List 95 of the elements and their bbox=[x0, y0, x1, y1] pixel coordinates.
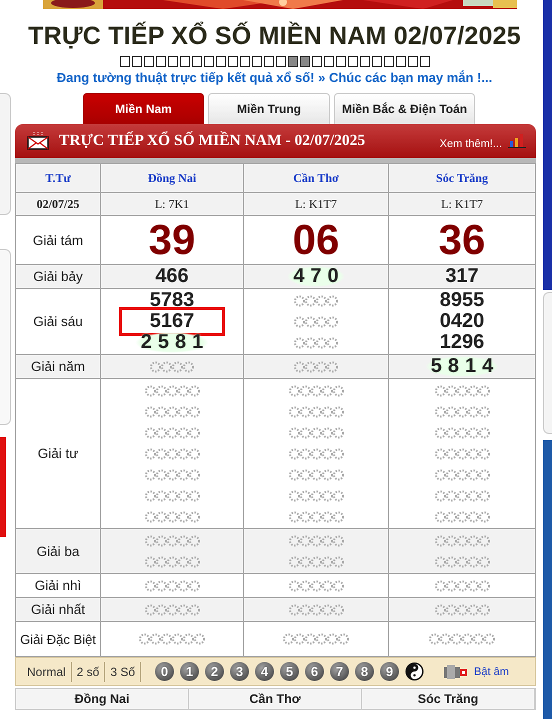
rolling-number: 2581 bbox=[134, 332, 210, 353]
loading-icon bbox=[144, 406, 200, 418]
loading-icon bbox=[144, 534, 200, 546]
loading-icon bbox=[288, 604, 344, 616]
loading-icon bbox=[144, 556, 200, 568]
mode-button[interactable]: 3 Số bbox=[105, 662, 142, 682]
digit-button[interactable]: 8 bbox=[355, 662, 374, 681]
loading-icon bbox=[288, 384, 344, 396]
digit-button[interactable]: 9 bbox=[380, 662, 400, 681]
loading-icon bbox=[144, 490, 200, 502]
loading-icon bbox=[144, 448, 200, 460]
ticket-code: L: K1T7 bbox=[388, 192, 536, 216]
loading-icon bbox=[434, 604, 490, 616]
digit-button[interactable]: 1 bbox=[180, 662, 200, 681]
province-header: Cần Thơ bbox=[244, 164, 388, 192]
table-header: T.Tư bbox=[16, 164, 100, 192]
bar-chart-icon[interactable] bbox=[508, 134, 526, 148]
yin-yang-icon[interactable] bbox=[405, 662, 424, 681]
region-tab[interactable]: Miền Trung bbox=[208, 93, 330, 124]
speaker-icon[interactable] bbox=[444, 664, 468, 678]
result-number: 39 bbox=[148, 217, 196, 263]
loading-icon bbox=[144, 468, 200, 480]
loading-icon bbox=[283, 633, 349, 645]
loading-icon bbox=[434, 510, 490, 522]
loading-icon bbox=[150, 360, 194, 372]
loading-icon bbox=[434, 468, 490, 480]
loading-icon bbox=[434, 448, 490, 460]
province-header: Đồng Nai bbox=[100, 164, 244, 192]
loading-icon bbox=[294, 294, 338, 306]
digit-button[interactable]: 6 bbox=[305, 662, 324, 681]
more-link[interactable]: Xem thêm!... bbox=[440, 138, 502, 150]
loading-icon bbox=[434, 490, 490, 502]
loading-icon bbox=[288, 406, 344, 418]
mode-button[interactable]: 2 số bbox=[72, 662, 106, 682]
loading-icon bbox=[434, 556, 490, 568]
ticket-code: L: K1T7 bbox=[244, 192, 388, 216]
loading-icon bbox=[294, 360, 338, 372]
results-title: TRỰC TIẾP XỔ SỐ MIỀN NAM - 02/07/2025 bbox=[59, 132, 366, 150]
loading-icon bbox=[144, 426, 200, 438]
loading-icon bbox=[144, 604, 200, 616]
loading-icon bbox=[139, 633, 205, 645]
loading-icon bbox=[294, 316, 338, 328]
loading-icon bbox=[288, 468, 344, 480]
loading-icon bbox=[288, 426, 344, 438]
prize-name: Giải bảy bbox=[16, 264, 100, 288]
mode-button[interactable]: Normal bbox=[22, 662, 72, 682]
loading-icon bbox=[288, 534, 344, 546]
digit-button[interactable]: 0 bbox=[155, 662, 174, 681]
prize-name: Giải nhất bbox=[16, 598, 100, 622]
digit-button[interactable]: 3 bbox=[230, 662, 250, 681]
draw-date: 02/07/25 bbox=[16, 192, 100, 216]
digit-button[interactable]: 2 bbox=[205, 662, 224, 681]
loading-icon bbox=[144, 384, 200, 396]
loading-icon bbox=[144, 580, 200, 592]
digit-button[interactable]: 4 bbox=[255, 662, 274, 681]
loading-icon bbox=[288, 580, 344, 592]
loading-icon bbox=[288, 490, 344, 502]
loading-icon bbox=[434, 534, 490, 546]
loading-icon bbox=[288, 448, 344, 460]
loading-icon bbox=[434, 426, 490, 438]
loading-icon bbox=[434, 384, 490, 396]
result-number: 06 bbox=[292, 217, 340, 263]
result-number: 5783 bbox=[150, 290, 194, 311]
result-number: 466 bbox=[155, 266, 189, 287]
province-header: Đồng Nai bbox=[16, 689, 189, 709]
loading-icon bbox=[429, 633, 495, 645]
digit-button[interactable]: 7 bbox=[330, 662, 350, 681]
loading-icon bbox=[294, 336, 338, 348]
province-header: Cần Thơ bbox=[189, 689, 362, 709]
loading-icon bbox=[434, 580, 490, 592]
digit-button[interactable]: 5 bbox=[280, 662, 300, 681]
region-tab[interactable]: Miền Bắc & Điện Toán bbox=[334, 93, 476, 124]
prize-name: Giải năm bbox=[16, 354, 100, 378]
result-number: 317 bbox=[445, 266, 479, 287]
loading-icon bbox=[434, 406, 490, 418]
province-header: Sóc Trăng bbox=[388, 164, 536, 192]
result-number: 36 bbox=[438, 217, 486, 263]
loading-icon bbox=[144, 510, 200, 522]
loading-icon bbox=[288, 510, 344, 522]
result-number: 0420 bbox=[440, 311, 484, 332]
region-tab[interactable]: Miền Nam bbox=[83, 93, 204, 124]
marquee-text: Đang tường thuật trực tiếp kết quả xổ số! » Chúc các bạn may mắn !... bbox=[56, 70, 492, 85]
envelope-icon bbox=[27, 132, 49, 150]
province-header: Sóc Trăng bbox=[362, 689, 535, 709]
result-number: 5167 bbox=[122, 310, 222, 333]
ticket-code: L: 7K1 bbox=[100, 192, 244, 216]
rolling-number: 5814 bbox=[424, 356, 500, 377]
loading-icon bbox=[288, 556, 344, 568]
sound-link[interactable]: Bật âm bbox=[474, 666, 509, 678]
page-title: TRỰC TIẾP XỔ SỐ MIỀN NAM 02/07/2025 bbox=[28, 21, 521, 51]
rolling-number: 470 bbox=[287, 266, 345, 287]
result-number: 1296 bbox=[440, 332, 484, 353]
prize-name: Giải tư bbox=[16, 378, 100, 528]
result-number: 8955 bbox=[440, 290, 484, 311]
prize-name: Giải ba bbox=[16, 528, 100, 574]
